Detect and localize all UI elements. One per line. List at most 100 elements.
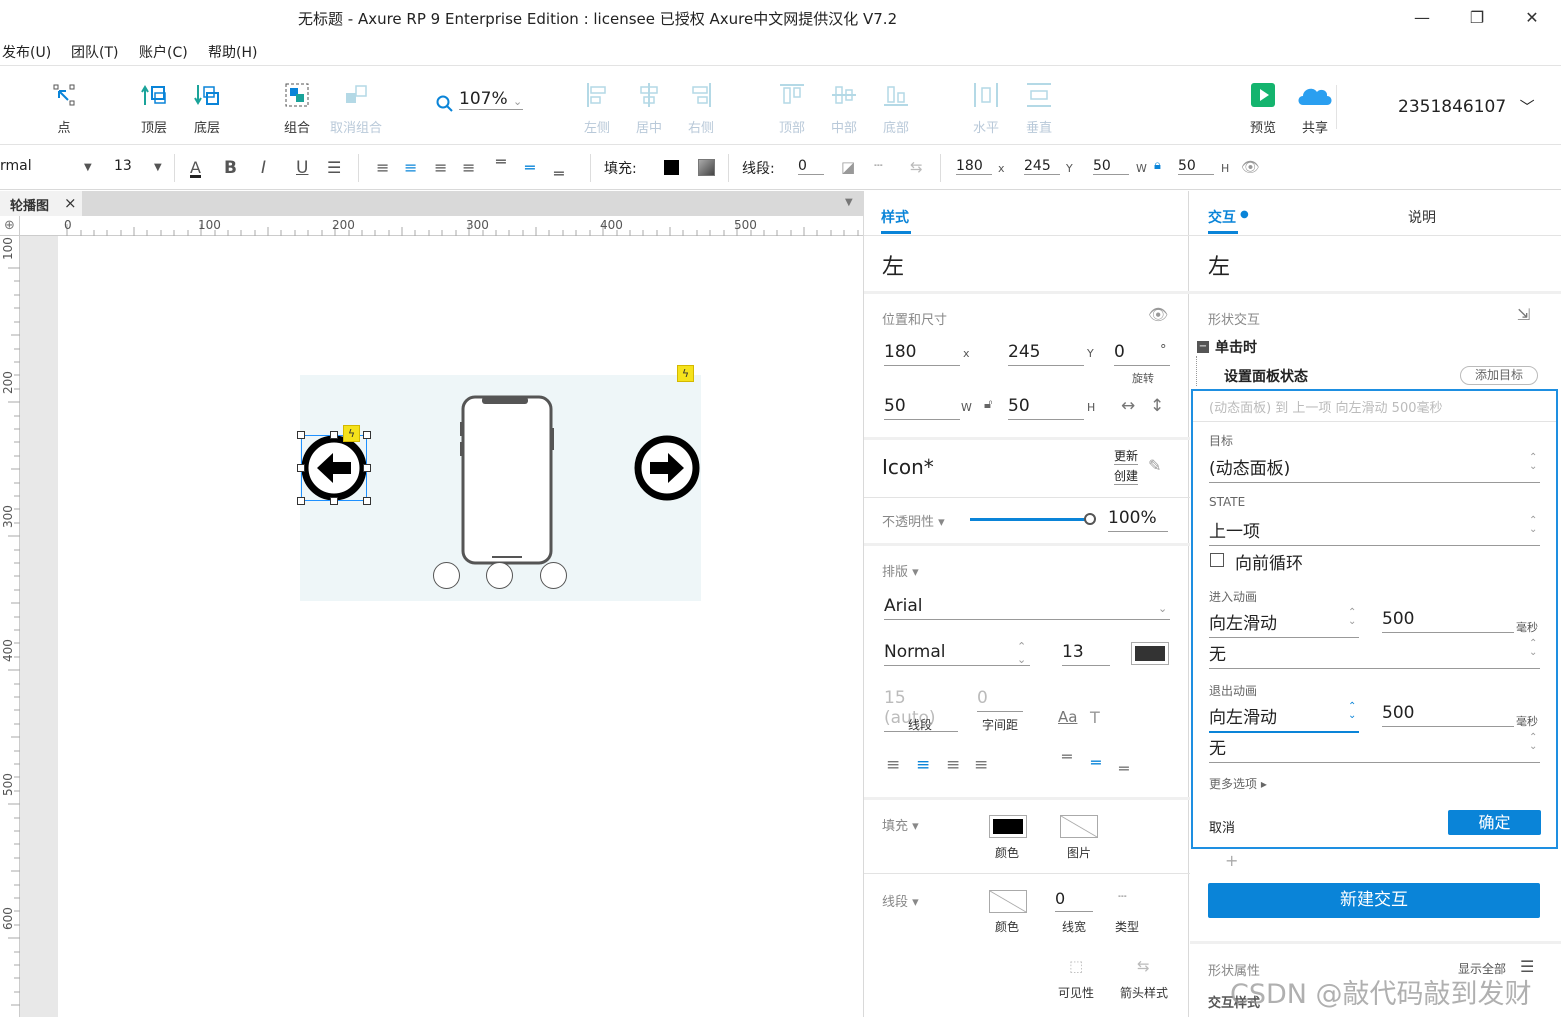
action-set-panel-state[interactable]: 设置面板状态 bbox=[1224, 366, 1308, 386]
align-top-button[interactable]: 顶部 bbox=[764, 81, 820, 136]
preview-button[interactable]: 预览 bbox=[1235, 81, 1291, 136]
close-button[interactable]: ✕ bbox=[1522, 8, 1542, 28]
align-bottom-button[interactable]: 底部 bbox=[868, 81, 924, 136]
text-shadow-icon[interactable]: T bbox=[1090, 708, 1100, 727]
arrow-right-icon[interactable] bbox=[634, 435, 700, 501]
fill-color-swatch[interactable] bbox=[664, 160, 679, 175]
shadow-icon[interactable] bbox=[698, 159, 715, 176]
resize-handle[interactable] bbox=[297, 497, 305, 505]
italic-button[interactable]: I bbox=[261, 158, 266, 178]
fill-color-picker[interactable] bbox=[989, 815, 1027, 838]
justify-icon[interactable]: ≡ bbox=[974, 755, 988, 775]
height-field[interactable]: 50 bbox=[1008, 396, 1084, 420]
fit-height-icon[interactable]: ↕ bbox=[1150, 396, 1164, 416]
stroke-color-icon[interactable]: ◪ bbox=[841, 158, 855, 176]
widget-name[interactable]: 左 bbox=[882, 249, 904, 281]
valign-top-icon[interactable]: ═ bbox=[496, 152, 506, 171]
menu-team[interactable]: 团队(T) bbox=[71, 42, 118, 62]
y-field[interactable]: 245 bbox=[1008, 342, 1084, 366]
enter-duration-field[interactable]: 500 bbox=[1382, 609, 1514, 633]
group-button[interactable]: 组合 bbox=[269, 81, 325, 136]
stroke-color-picker[interactable] bbox=[989, 890, 1027, 913]
letter-spacing-field[interactable]: 0 bbox=[977, 688, 1023, 712]
indicator-dot[interactable] bbox=[433, 562, 460, 589]
align-text-right-icon[interactable]: ≡ bbox=[434, 158, 447, 177]
text-color-icon[interactable]: A bbox=[190, 158, 201, 178]
font-size-field[interactable]: 13 bbox=[1062, 642, 1110, 666]
align-middle-button[interactable]: 中部 bbox=[816, 81, 872, 136]
width-input[interactable]: 50 bbox=[1093, 158, 1129, 175]
expand-dialog-icon[interactable]: ⇲ bbox=[1517, 305, 1530, 324]
font-size-dropdown-icon[interactable]: ▼ bbox=[154, 162, 162, 173]
state-select[interactable]: 上一项 bbox=[1209, 517, 1540, 546]
font-family-select[interactable]: Arial bbox=[884, 596, 1170, 620]
stroke-type-icon[interactable]: ┄ bbox=[1118, 889, 1126, 905]
underline-button[interactable]: U bbox=[296, 158, 308, 178]
restore-button[interactable]: ❐ bbox=[1467, 8, 1487, 28]
valign-middle-icon[interactable]: ═ bbox=[525, 158, 535, 177]
stroke-width-input[interactable]: 0 bbox=[798, 158, 824, 175]
tab-carousel[interactable]: 轮播图 × bbox=[0, 191, 82, 216]
tabs-dropdown-icon[interactable]: ▼ bbox=[845, 197, 853, 208]
edit-style-icon[interactable]: ✎ bbox=[1148, 456, 1161, 475]
eye-icon[interactable]: 👁︎ bbox=[1148, 305, 1168, 324]
loop-checkbox[interactable] bbox=[1210, 553, 1224, 567]
lock-icon[interactable]: 🔒︎ bbox=[1154, 158, 1161, 173]
design-canvas[interactable]: ϟ ϟ bbox=[58, 236, 863, 1017]
point-button[interactable]: 点 bbox=[36, 81, 92, 136]
menu-publish[interactable]: 发布(U) bbox=[2, 42, 51, 62]
add-action-icon[interactable]: + bbox=[1225, 851, 1238, 870]
new-interaction-button[interactable]: 新建交互 bbox=[1208, 883, 1540, 918]
text-color-picker[interactable] bbox=[1131, 642, 1169, 665]
align-left-icon[interactable]: ≡ bbox=[886, 755, 900, 775]
distribute-vertical-button[interactable]: 垂直 bbox=[1011, 81, 1067, 136]
minimize-button[interactable]: — bbox=[1412, 8, 1432, 28]
bottom-layer-button[interactable]: 底层 bbox=[179, 81, 235, 136]
ruler-origin-icon[interactable]: ⊕ bbox=[0, 216, 20, 236]
interaction-badge-icon[interactable]: ϟ bbox=[677, 365, 694, 382]
create-style-link[interactable]: 创建 bbox=[1114, 467, 1139, 485]
valign-bottom-icon[interactable]: ═ bbox=[554, 164, 564, 183]
bullet-list-icon[interactable]: ☰ bbox=[327, 158, 341, 177]
indicator-dot[interactable] bbox=[486, 562, 513, 589]
height-input[interactable]: 50 bbox=[1178, 158, 1214, 175]
top-layer-button[interactable]: 顶层 bbox=[126, 81, 182, 136]
valign-top-icon[interactable]: ═ bbox=[1062, 747, 1072, 766]
add-target-button[interactable]: 添加目标 bbox=[1460, 366, 1538, 385]
update-style-link[interactable]: 更新 bbox=[1114, 447, 1139, 465]
more-options-link[interactable]: 更多选项 ▸ bbox=[1209, 775, 1267, 792]
resize-handle[interactable] bbox=[363, 464, 371, 472]
valign-bottom-icon[interactable]: ═ bbox=[1119, 759, 1129, 778]
tab-interaction[interactable]: 交互 bbox=[1208, 207, 1236, 227]
style-dropdown-icon[interactable]: ▼ bbox=[84, 162, 92, 173]
fill-image-picker[interactable] bbox=[1060, 815, 1098, 838]
resize-handle[interactable] bbox=[297, 464, 305, 472]
tab-style[interactable]: 样式 bbox=[881, 207, 909, 227]
y-input[interactable]: 245 bbox=[1024, 158, 1060, 175]
ok-button[interactable]: 确定 bbox=[1448, 810, 1541, 835]
bold-button[interactable]: B bbox=[224, 158, 237, 178]
exit-animation-select[interactable]: 向左滑动 bbox=[1209, 703, 1359, 733]
x-input[interactable]: 180 bbox=[956, 158, 992, 175]
arrow-style-icon[interactable]: ⇆ bbox=[1137, 957, 1150, 975]
style-select[interactable]: rmal bbox=[0, 158, 32, 174]
exit-easing-select[interactable]: 无 bbox=[1209, 734, 1540, 763]
stroke-width-field[interactable]: 0 bbox=[1055, 889, 1093, 912]
opacity-field[interactable]: 100% bbox=[1108, 508, 1168, 532]
align-right-button[interactable]: 右侧 bbox=[673, 81, 729, 136]
target-select[interactable]: (动态面板) bbox=[1209, 454, 1540, 483]
lock-icon[interactable]: 🔓︎ bbox=[984, 397, 992, 412]
distribute-horizontal-button[interactable]: 水平 bbox=[958, 81, 1014, 136]
indicator-dot[interactable] bbox=[540, 562, 567, 589]
resize-handle[interactable] bbox=[363, 431, 371, 439]
share-button[interactable]: 共享 bbox=[1287, 81, 1343, 136]
resize-handle[interactable] bbox=[330, 431, 338, 439]
opacity-slider[interactable] bbox=[970, 518, 1088, 521]
enter-animation-select[interactable]: 向左滑动 bbox=[1209, 609, 1359, 638]
align-center-icon[interactable]: ≡ bbox=[916, 755, 930, 775]
event-onclick[interactable]: 单击时 bbox=[1215, 337, 1257, 357]
text-case-icon[interactable]: Aa bbox=[1058, 708, 1077, 726]
visibility-icon[interactable]: ⬚ bbox=[1069, 957, 1083, 975]
tab-notes[interactable]: 说明 bbox=[1408, 207, 1436, 227]
resize-handle[interactable] bbox=[297, 431, 305, 439]
